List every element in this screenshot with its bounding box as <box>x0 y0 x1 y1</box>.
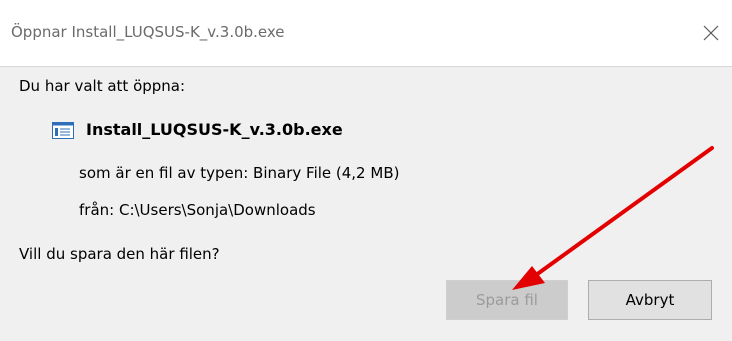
file-source-info: från: C:\Users\Sonja\Downloads <box>79 201 316 219</box>
executable-file-icon <box>52 122 74 139</box>
intro-text: Du har valt att öppna: <box>19 77 186 95</box>
dialog-content: Du har valt att öppna: Install_LUQSUS-K_… <box>0 67 732 341</box>
file-name: Install_LUQSUS-K_v.3.0b.exe <box>86 120 343 139</box>
cancel-button[interactable]: Avbryt <box>588 280 712 320</box>
save-file-button[interactable]: Spara fil <box>446 280 568 320</box>
file-type-info: som är en fil av typen: Binary File (4,2… <box>79 164 400 182</box>
window-title: Öppnar Install_LUQSUS-K_v.3.0b.exe <box>11 23 285 41</box>
save-question: Vill du spara den här filen? <box>19 245 220 263</box>
close-button[interactable] <box>694 16 728 50</box>
title-bar: Öppnar Install_LUQSUS-K_v.3.0b.exe <box>0 0 732 67</box>
download-dialog: Öppnar Install_LUQSUS-K_v.3.0b.exe Du ha… <box>0 0 732 341</box>
close-icon <box>703 25 719 41</box>
